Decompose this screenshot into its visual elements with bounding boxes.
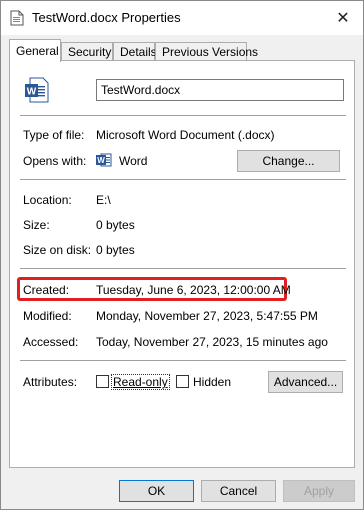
title-bar: TestWord.docx Properties ✕ [1,1,363,35]
created-value: Tuesday, June 6, 2023, 12:00:00 AM [96,283,291,297]
ok-button-label: OK [147,484,166,498]
word-document-icon: W [25,77,49,103]
size-on-disk-label: Size on disk: [23,243,92,257]
apply-button-label: Apply [303,484,335,498]
divider [20,115,346,116]
advanced-button-label: Advanced... [273,375,338,389]
ok-button[interactable]: OK [119,480,194,502]
accessed-label: Accessed: [23,335,79,349]
divider [20,360,346,361]
word-app-icon: W [96,153,112,167]
apply-button[interactable]: Apply [283,480,355,502]
document-icon [10,10,24,26]
close-button[interactable]: ✕ [323,1,363,35]
location-value: E:\ [96,193,111,207]
svg-text:W: W [97,156,105,165]
tab-security[interactable]: Security [61,42,113,61]
accessed-value: Today, November 27, 2023, 15 minutes ago [96,335,328,349]
advanced-button[interactable]: Advanced... [268,371,343,393]
tab-details[interactable]: Details [113,42,157,61]
file-name-field[interactable]: TestWord.docx [96,79,344,101]
general-panel: W TestWord.docx Type of file: Microsoft … [9,60,355,468]
hidden-checkbox[interactable] [176,375,189,388]
svg-text:W: W [27,87,37,98]
opens-with-label: Opens with: [23,154,87,168]
cancel-button-label: Cancel [219,484,258,498]
size-on-disk-value: 0 bytes [96,243,135,257]
modified-value: Monday, November 27, 2023, 5:47:55 PM [96,309,318,323]
created-label: Created: [23,283,70,297]
divider [20,268,346,269]
properties-dialog: TestWord.docx Properties ✕ General Secur… [0,0,364,510]
window-title: TestWord.docx Properties [32,10,181,25]
attributes-label: Attributes: [23,375,78,389]
change-button-label: Change... [262,154,315,168]
opens-with-value: Word [119,154,148,168]
modified-label: Modified: [23,309,72,323]
tab-general[interactable]: General [9,39,61,62]
read-only-label[interactable]: Read-only [111,374,170,390]
tab-previous-versions[interactable]: Previous Versions [155,42,258,61]
read-only-checkbox[interactable] [96,375,109,388]
size-label: Size: [23,218,50,232]
close-icon: ✕ [336,10,350,27]
change-button[interactable]: Change... [237,150,340,172]
location-label: Location: [23,193,72,207]
type-label: Type of file: [23,128,85,142]
hidden-label[interactable]: Hidden [193,375,231,389]
type-value: Microsoft Word Document (.docx) [96,128,275,142]
cancel-button[interactable]: Cancel [201,480,276,502]
size-value: 0 bytes [96,218,135,232]
divider [20,179,346,180]
